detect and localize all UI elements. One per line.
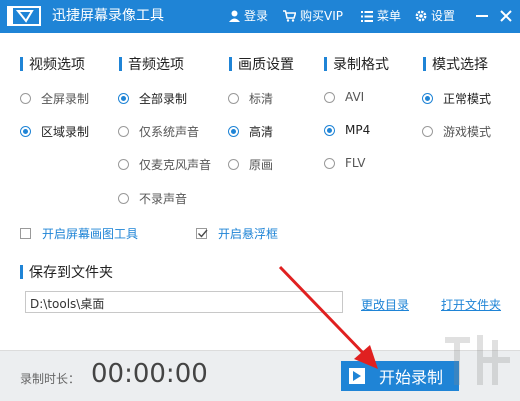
radio-circle xyxy=(118,93,129,104)
radio-mic-only[interactable]: 仅麦克风声音 xyxy=(118,156,211,173)
heading-text: 保存到文件夹 xyxy=(29,265,113,281)
radio-quality-original[interactable]: 原画 xyxy=(228,156,273,173)
duration-value: 00:00:00 xyxy=(91,359,208,389)
user-icon xyxy=(229,10,240,22)
radio-circle xyxy=(324,124,335,136)
option-label: 高清 xyxy=(249,125,274,139)
radio-circle xyxy=(118,126,129,137)
option-label: 全部录制 xyxy=(139,92,188,106)
checkbox-label: 开启屏幕画图工具 xyxy=(42,227,139,241)
close-icon[interactable] xyxy=(497,7,515,25)
login-label: 登录 xyxy=(244,9,269,23)
heading-bar xyxy=(423,57,426,71)
radio-fullscreen[interactable]: 全屏录制 xyxy=(20,90,89,107)
quality-settings-heading: 画质设置 xyxy=(229,54,294,74)
checkbox-drawing-tool[interactable]: 开启屏幕画图工具 xyxy=(20,225,138,242)
change-directory-link[interactable]: 更改目录 xyxy=(361,296,409,313)
heading-text: 音频选项 xyxy=(128,57,184,73)
checkbox-box xyxy=(20,228,31,239)
radio-format-mp4[interactable]: MP4 xyxy=(324,123,370,137)
radio-normal-mode[interactable]: 正常模式 xyxy=(422,90,491,107)
heading-text: 录制格式 xyxy=(333,57,389,73)
heading-bar xyxy=(119,57,122,71)
radio-circle xyxy=(20,93,31,104)
radio-circle xyxy=(422,126,433,137)
option-label: 游戏模式 xyxy=(443,125,492,139)
title-bar: 迅捷屏幕录像工具 登录 购买VIP 菜单 设置 xyxy=(0,0,520,33)
app-title: 迅捷屏幕录像工具 xyxy=(52,8,164,24)
option-label: 全屏录制 xyxy=(41,92,90,106)
option-label: 不录声音 xyxy=(139,192,188,206)
play-icon xyxy=(349,368,365,384)
radio-region[interactable]: 区域录制 xyxy=(20,123,89,140)
heading-bar xyxy=(20,265,23,279)
menu-button[interactable]: 菜单 xyxy=(361,8,401,24)
radio-no-audio[interactable]: 不录声音 xyxy=(118,190,187,207)
radio-circle xyxy=(324,157,335,169)
checkbox-box xyxy=(196,228,208,239)
option-label: 仅麦克风声音 xyxy=(139,158,212,172)
radio-game-mode[interactable]: 游戏模式 xyxy=(422,123,491,140)
heading-bar xyxy=(229,57,232,71)
save-path-field[interactable]: D:\tools\桌面 xyxy=(25,291,343,313)
buy-vip-button[interactable]: 购买VIP xyxy=(283,8,343,24)
option-label: 标清 xyxy=(249,92,274,106)
option-label: 正常模式 xyxy=(443,92,492,106)
login-button[interactable]: 登录 xyxy=(229,8,268,24)
radio-format-flv[interactable]: FLV xyxy=(324,156,365,170)
record-format-heading: 录制格式 xyxy=(324,54,389,74)
option-label: FLV xyxy=(345,156,366,170)
option-label: 区域录制 xyxy=(41,125,90,139)
radio-format-avi[interactable]: AVI xyxy=(324,90,364,104)
radio-circle xyxy=(118,159,129,170)
watermark-logo-icon xyxy=(445,335,510,385)
option-label: MP4 xyxy=(345,123,371,137)
checkbox-floating-window[interactable]: 开启悬浮框 xyxy=(196,225,278,242)
app-logo-icon xyxy=(7,6,41,26)
buy-vip-label: 购买VIP xyxy=(300,9,343,23)
menu-icon xyxy=(361,10,373,22)
save-folder-heading: 保存到文件夹 xyxy=(20,262,113,282)
radio-circle xyxy=(422,93,433,104)
checkbox-label: 开启悬浮框 xyxy=(218,227,279,241)
radio-quality-sd[interactable]: 标清 xyxy=(228,90,273,107)
radio-circle xyxy=(228,126,239,137)
heading-bar xyxy=(324,57,327,71)
radio-system-audio-only[interactable]: 仅系统声音 xyxy=(118,123,199,140)
video-options-heading: 视频选项 xyxy=(20,54,85,74)
settings-button[interactable]: 设置 xyxy=(415,8,455,24)
radio-record-all-audio[interactable]: 全部录制 xyxy=(118,90,187,107)
audio-options-heading: 音频选项 xyxy=(119,54,184,74)
menu-label: 菜单 xyxy=(377,9,402,23)
radio-circle xyxy=(324,91,335,103)
mode-select-heading: 模式选择 xyxy=(423,54,488,74)
heading-text: 模式选择 xyxy=(432,57,488,73)
checkmark-icon xyxy=(198,229,208,238)
radio-circle xyxy=(118,193,129,204)
cart-icon xyxy=(283,10,296,22)
radio-quality-hd[interactable]: 高清 xyxy=(228,123,273,140)
open-folder-link[interactable]: 打开文件夹 xyxy=(441,296,501,313)
duration-label: 录制时长： xyxy=(20,372,81,386)
gear-icon xyxy=(415,10,427,22)
radio-circle xyxy=(20,126,31,137)
heading-text: 画质设置 xyxy=(238,57,294,73)
option-label: AVI xyxy=(345,90,365,104)
start-recording-label: 开始录制 xyxy=(379,368,444,387)
option-label: 原画 xyxy=(249,158,274,172)
heading-bar xyxy=(20,57,23,71)
minimize-icon[interactable] xyxy=(473,7,491,25)
radio-circle xyxy=(228,93,239,104)
settings-label: 设置 xyxy=(431,9,456,23)
option-label: 仅系统声音 xyxy=(139,125,200,139)
radio-circle xyxy=(228,159,239,170)
heading-text: 视频选项 xyxy=(29,57,85,73)
